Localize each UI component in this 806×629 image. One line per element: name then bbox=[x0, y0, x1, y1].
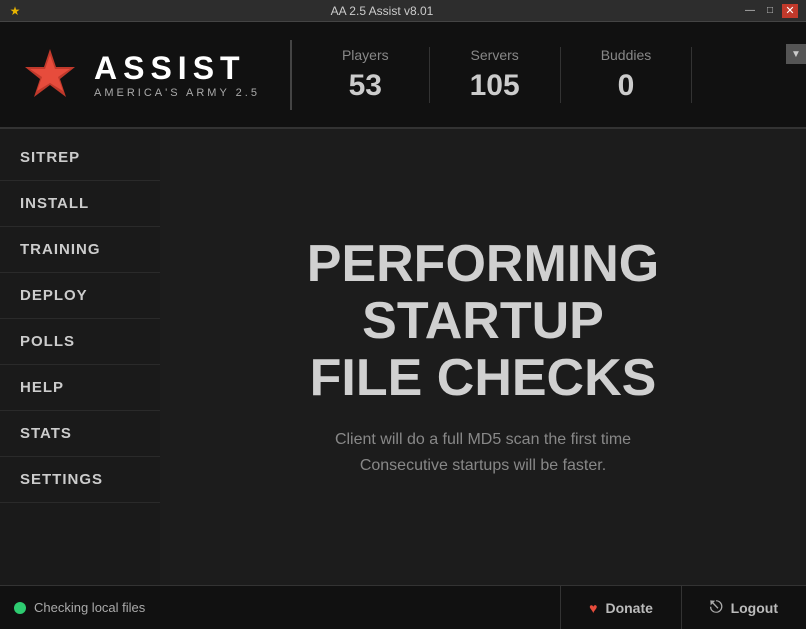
window-controls: — □ ✕ bbox=[742, 4, 798, 18]
stat-servers: Servers 105 bbox=[430, 47, 561, 103]
main-area: SITREP INSTALL TRAINING DEPLOY POLLS HEL… bbox=[0, 129, 806, 585]
close-button[interactable]: ✕ bbox=[782, 4, 798, 18]
sidebar: SITREP INSTALL TRAINING DEPLOY POLLS HEL… bbox=[0, 129, 160, 585]
heading-line2: FILE CHECKS bbox=[310, 349, 657, 407]
players-value: 53 bbox=[349, 69, 382, 103]
statusbar-right: ♥ Donate ⎋ Logout bbox=[560, 586, 806, 629]
content-subtext: Client will do a full MD5 scan the first… bbox=[335, 427, 631, 478]
status-text: Checking local files bbox=[34, 600, 145, 615]
app-logo bbox=[20, 45, 80, 105]
logo-area: ASSIST AMERICA'S ARMY 2.5 bbox=[0, 45, 280, 105]
nav-polls[interactable]: POLLS bbox=[0, 319, 160, 365]
statusbar: Checking local files ♥ Donate ⎋ Logout bbox=[0, 585, 806, 629]
stats-area: Players 53 Servers 105 Buddies 0 bbox=[302, 47, 806, 103]
app-subtitle: AMERICA'S ARMY 2.5 bbox=[94, 87, 260, 99]
main-content: PERFORMING STARTUP FILE CHECKS Client wi… bbox=[160, 129, 806, 585]
sub-line1: Client will do a full MD5 scan the first… bbox=[335, 431, 631, 448]
status-left: Checking local files bbox=[0, 600, 560, 615]
logout-icon: ⎋ bbox=[710, 599, 723, 617]
players-label: Players bbox=[342, 47, 389, 63]
app-icon: ★ bbox=[8, 4, 22, 18]
status-indicator bbox=[14, 602, 26, 614]
nav-help[interactable]: HELP bbox=[0, 365, 160, 411]
nav-training[interactable]: TRAINING bbox=[0, 227, 160, 273]
logout-button[interactable]: ⎋ Logout bbox=[681, 586, 806, 629]
app-header: ASSIST AMERICA'S ARMY 2.5 Players 53 Ser… bbox=[0, 22, 806, 129]
minimize-button[interactable]: — bbox=[742, 4, 758, 18]
nav-sitrep[interactable]: SITREP bbox=[0, 135, 160, 181]
maximize-button[interactable]: □ bbox=[762, 4, 778, 18]
header-dropdown-button[interactable]: ▼ bbox=[786, 44, 806, 64]
header-divider bbox=[290, 40, 292, 110]
nav-install[interactable]: INSTALL bbox=[0, 181, 160, 227]
buddies-label: Buddies bbox=[601, 47, 652, 63]
servers-label: Servers bbox=[471, 47, 519, 63]
heart-icon: ♥ bbox=[589, 600, 597, 616]
buddies-value: 0 bbox=[618, 69, 635, 103]
nav-settings[interactable]: SETTINGS bbox=[0, 457, 160, 503]
sub-line2: Consecutive startups will be faster. bbox=[360, 457, 606, 474]
window-title: AA 2.5 Assist v8.01 bbox=[22, 4, 742, 18]
servers-value: 105 bbox=[470, 69, 520, 103]
logout-label: Logout bbox=[731, 600, 778, 616]
nav-stats[interactable]: STATS bbox=[0, 411, 160, 457]
logo-text: ASSIST AMERICA'S ARMY 2.5 bbox=[94, 50, 260, 99]
stat-players: Players 53 bbox=[302, 47, 430, 103]
donate-label: Donate bbox=[605, 600, 652, 616]
stat-buddies: Buddies 0 bbox=[561, 47, 693, 103]
app-name: ASSIST bbox=[94, 50, 260, 87]
content-heading: PERFORMING STARTUP FILE CHECKS bbox=[180, 236, 786, 408]
nav-deploy[interactable]: DEPLOY bbox=[0, 273, 160, 319]
titlebar: ★ AA 2.5 Assist v8.01 — □ ✕ bbox=[0, 0, 806, 22]
heading-line1: PERFORMING STARTUP bbox=[307, 235, 659, 350]
donate-button[interactable]: ♥ Donate bbox=[560, 586, 681, 629]
